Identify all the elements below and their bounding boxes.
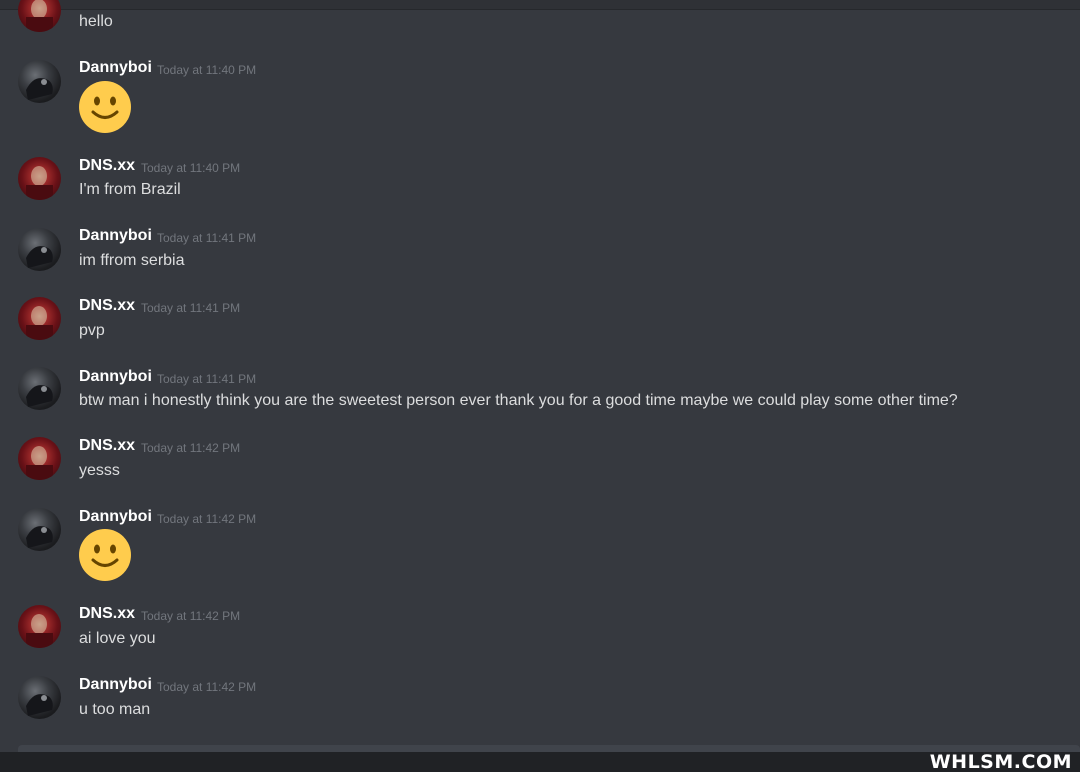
message-timestamp: Today at 11:40 PM (157, 63, 257, 77)
avatar[interactable] (18, 297, 61, 340)
slightly-smiling-face-icon (79, 529, 131, 581)
message-input-edge[interactable] (18, 745, 1080, 752)
avatar[interactable] (18, 228, 61, 271)
message-text: btw man i honestly think you are the swe… (79, 392, 958, 409)
message-text: ai love you (79, 630, 156, 647)
message-author[interactable]: Dannyboi (79, 59, 152, 77)
message-text: I'm from Brazil (79, 181, 181, 198)
message-author[interactable]: DNS.xx (79, 605, 135, 623)
message-author[interactable]: Dannyboi (79, 227, 152, 245)
avatar[interactable] (18, 0, 61, 32)
slightly-smiling-face-icon (79, 81, 131, 133)
bottom-bar (0, 752, 1080, 772)
message-text: hello (79, 13, 113, 30)
message-text: u too man (79, 701, 151, 718)
message-timestamp: Today at 11:42 PM (157, 680, 257, 694)
message-timestamp: Today at 11:41 PM (141, 301, 241, 315)
message-text: im ffrom serbia (79, 252, 185, 269)
message-timestamp: Today at 11:42 PM (157, 512, 257, 526)
avatar[interactable] (18, 367, 61, 410)
message-text: pvp (79, 322, 105, 339)
message-author[interactable]: Dannyboi (79, 368, 152, 386)
avatar[interactable] (18, 605, 61, 648)
chat-message-list: hello Dannyboi Today at 11:40 PM DNS.xx … (0, 0, 1080, 772)
message-timestamp: Today at 11:42 PM (141, 441, 241, 455)
message-timestamp: Today at 11:42 PM (141, 609, 241, 623)
message-text: yesss (79, 462, 120, 479)
avatar[interactable] (18, 676, 61, 719)
watermark: WHLSM.COM (929, 751, 1072, 772)
avatar[interactable] (18, 157, 61, 200)
message-author[interactable]: DNS.xx (79, 437, 135, 455)
message-timestamp: Today at 11:41 PM (157, 372, 257, 386)
message-timestamp: Today at 11:40 PM (141, 161, 241, 175)
avatar[interactable] (18, 60, 61, 103)
message-author[interactable]: DNS.xx (79, 297, 135, 315)
message-author[interactable]: Dannyboi (79, 676, 152, 694)
message-author[interactable]: Dannyboi (79, 508, 152, 526)
avatar[interactable] (18, 437, 61, 480)
message-timestamp: Today at 11:41 PM (157, 231, 257, 245)
avatar[interactable] (18, 508, 61, 551)
message-author[interactable]: DNS.xx (79, 157, 135, 175)
channel-header-edge (0, 0, 1080, 10)
